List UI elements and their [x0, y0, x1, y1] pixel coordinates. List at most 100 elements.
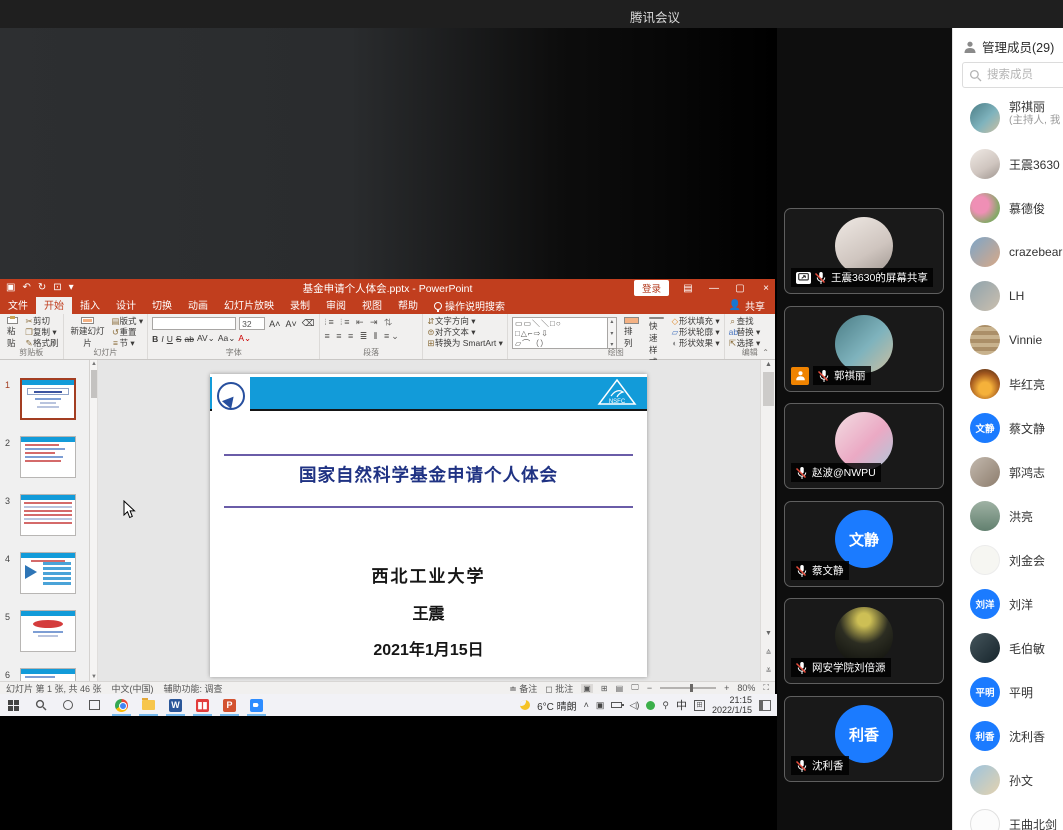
member-row[interactable]: 刘金会: [953, 538, 1063, 582]
member-row[interactable]: 毕红亮: [953, 362, 1063, 406]
ribbon-tab-开始[interactable]: 开始: [36, 297, 72, 314]
search-box[interactable]: [962, 62, 1063, 88]
weather-text[interactable]: 6°C 晴朗: [537, 698, 577, 713]
align-text-button[interactable]: ⊜对齐文本 ▾: [427, 328, 503, 337]
video-tile[interactable]: 王震3630的屏幕共享: [784, 208, 944, 294]
share-button[interactable]: 👤 共享: [729, 297, 775, 314]
chrome-icon[interactable]: [108, 694, 135, 716]
zoom-level[interactable]: 80%: [737, 683, 755, 693]
ribbon-tab-文件[interactable]: 文件: [0, 297, 36, 314]
video-tile[interactable]: 赵波@NWPU: [784, 403, 944, 489]
customize-qat-icon[interactable]: ▾: [69, 279, 74, 297]
action-center-icon[interactable]: [759, 700, 771, 711]
change-case-button[interactable]: Aa⌄: [218, 333, 236, 344]
weather-moon-icon[interactable]: [520, 700, 530, 710]
slideshow-icon[interactable]: ⊡: [53, 279, 61, 297]
quick-styles-button[interactable]: 快速样式: [646, 317, 667, 349]
tencent-meeting-icon[interactable]: [243, 694, 270, 716]
tell-me-box[interactable]: 操作说明搜索: [426, 297, 513, 314]
ribbon-tab-幻灯片放映[interactable]: 幻灯片放映: [216, 297, 282, 314]
slideshow-view-button[interactable]: 🖵: [631, 683, 639, 693]
slide-thumbnail-4[interactable]: [20, 552, 76, 594]
cortana-button[interactable]: [54, 694, 81, 716]
member-row[interactable]: Vinnie: [953, 318, 1063, 362]
start-button[interactable]: [0, 694, 27, 716]
slide-editor[interactable]: NSFC 国家自然科学基金申请个人体会 西北工业大学 王震 2021年1月15日: [210, 374, 647, 677]
clear-format-icon[interactable]: ⌫: [301, 318, 316, 329]
next-slide-button[interactable]: ≚: [761, 667, 775, 675]
notes-button[interactable]: ≐ 备注: [509, 682, 537, 695]
slide-sorter-button[interactable]: ⊞: [601, 684, 608, 693]
video-tile[interactable]: 文静 蔡文静: [784, 501, 944, 587]
ribbon-tab-设计[interactable]: 设计: [108, 297, 144, 314]
copy-button[interactable]: ❐复制 ▾: [25, 328, 59, 337]
video-tile[interactable]: 郭祺丽: [784, 306, 944, 392]
normal-view-button[interactable]: ▣: [581, 684, 593, 693]
reading-view-button[interactable]: ▤: [616, 684, 624, 693]
previous-slide-button[interactable]: ≙: [761, 649, 775, 657]
find-button[interactable]: ⌕查找: [729, 317, 761, 326]
member-row[interactable]: 王曲北剑: [953, 802, 1063, 830]
shapes-gallery[interactable]: ▭▭＼＼□○□△⌐⇨⇩▱⌒（）: [512, 317, 608, 349]
hidden-icons-chevron[interactable]: ˄: [584, 700, 589, 710]
ribbon-tab-插入[interactable]: 插入: [72, 297, 108, 314]
ribbon-tab-录制[interactable]: 录制: [282, 297, 318, 314]
convert-smartart-button[interactable]: ⊞转换为 SmartArt ▾: [427, 339, 503, 348]
slide-thumbnail-1[interactable]: [20, 378, 76, 420]
char-spacing-button[interactable]: AV⌄: [197, 333, 215, 344]
ribbon-tab-视图[interactable]: 视图: [354, 297, 390, 314]
video-tile[interactable]: 网安学院刘倍源: [784, 598, 944, 684]
battery-icon[interactable]: [611, 702, 622, 708]
close-button[interactable]: ×: [759, 283, 773, 294]
member-row[interactable]: crazebear: [953, 230, 1063, 274]
slide-thumbnail-2[interactable]: [20, 436, 76, 478]
member-row[interactable]: 孙文: [953, 758, 1063, 802]
undo-icon[interactable]: ↶: [22, 279, 30, 297]
arrange-button[interactable]: 排列: [621, 317, 642, 349]
grow-font-icon[interactable]: A˄: [268, 319, 281, 329]
shape-outline-button[interactable]: ▱形状轮廓 ▾: [671, 328, 720, 337]
member-list[interactable]: 郭祺丽(主持人, 我 王震3630 慕德俊 crazebear LH Vinni…: [953, 94, 1063, 830]
slide-thumbnail-panel[interactable]: 1 2: [0, 360, 90, 681]
replace-button[interactable]: ab替换 ▾: [729, 328, 761, 337]
slide-thumbnail-3[interactable]: [20, 494, 76, 536]
italic-button[interactable]: I: [161, 334, 163, 344]
font-color-button[interactable]: A⌄: [238, 333, 251, 344]
strikethrough-button[interactable]: ab: [185, 334, 194, 344]
zoom-in-button[interactable]: +: [724, 683, 729, 693]
shape-fill-button[interactable]: ◇形状填充 ▾: [671, 317, 720, 326]
file-explorer-icon[interactable]: [135, 694, 162, 716]
font-size-box[interactable]: 32: [239, 317, 265, 330]
member-row[interactable]: 慕德俊: [953, 186, 1063, 230]
underline-button[interactable]: U: [167, 334, 173, 344]
zoom-out-button[interactable]: −: [647, 683, 652, 693]
member-row[interactable]: 王震3630: [953, 142, 1063, 186]
member-row[interactable]: 洪亮: [953, 494, 1063, 538]
zoom-slider[interactable]: [660, 687, 716, 689]
ribbon-tab-审阅[interactable]: 审阅: [318, 297, 354, 314]
member-row[interactable]: 郭祺丽(主持人, 我: [953, 94, 1063, 142]
search-input[interactable]: [987, 64, 1063, 86]
red-app-icon[interactable]: ▮▮: [189, 694, 216, 716]
ribbon-tab-帮助[interactable]: 帮助: [390, 297, 426, 314]
slide-scrollbar[interactable]: ▲ ▼ ≙ ≚: [760, 360, 775, 681]
ribbon-display-options-icon[interactable]: ▤: [681, 283, 695, 294]
text-direction-button[interactable]: ⇵文字方向 ▾: [427, 317, 503, 326]
collapse-ribbon-icon[interactable]: ⌃: [762, 348, 769, 357]
thumbnail-scrollbar[interactable]: ▲ ▼: [90, 360, 98, 681]
shadow-button[interactable]: S: [176, 334, 182, 344]
video-tile[interactable]: 利香 沈利香: [784, 696, 944, 782]
ime-keyboard-icon[interactable]: 田: [694, 700, 705, 711]
ime-indicator[interactable]: 中: [676, 697, 687, 713]
search-button[interactable]: [27, 694, 54, 716]
member-row[interactable]: 刘洋 刘洋: [953, 582, 1063, 626]
list-indent-buttons[interactable]: ⦙≡ ⦙≡ ⇤ ⇥ ⇅: [324, 317, 400, 328]
volume-icon[interactable]: ◁): [629, 700, 639, 711]
bold-button[interactable]: B: [152, 334, 158, 344]
powerpoint-window[interactable]: ▣ ↶ ↻ ⊡ ▾ 基金申请个人体会.pptx - PowerPoint 登录 …: [0, 279, 775, 694]
new-slide-button[interactable]: 新建幻灯片: [68, 317, 108, 349]
member-row[interactable]: LH: [953, 274, 1063, 318]
powerpoint-icon[interactable]: P: [216, 694, 243, 716]
clock[interactable]: 21:15 2022/1/15: [712, 695, 752, 715]
cut-button[interactable]: ✂剪切: [25, 317, 59, 326]
